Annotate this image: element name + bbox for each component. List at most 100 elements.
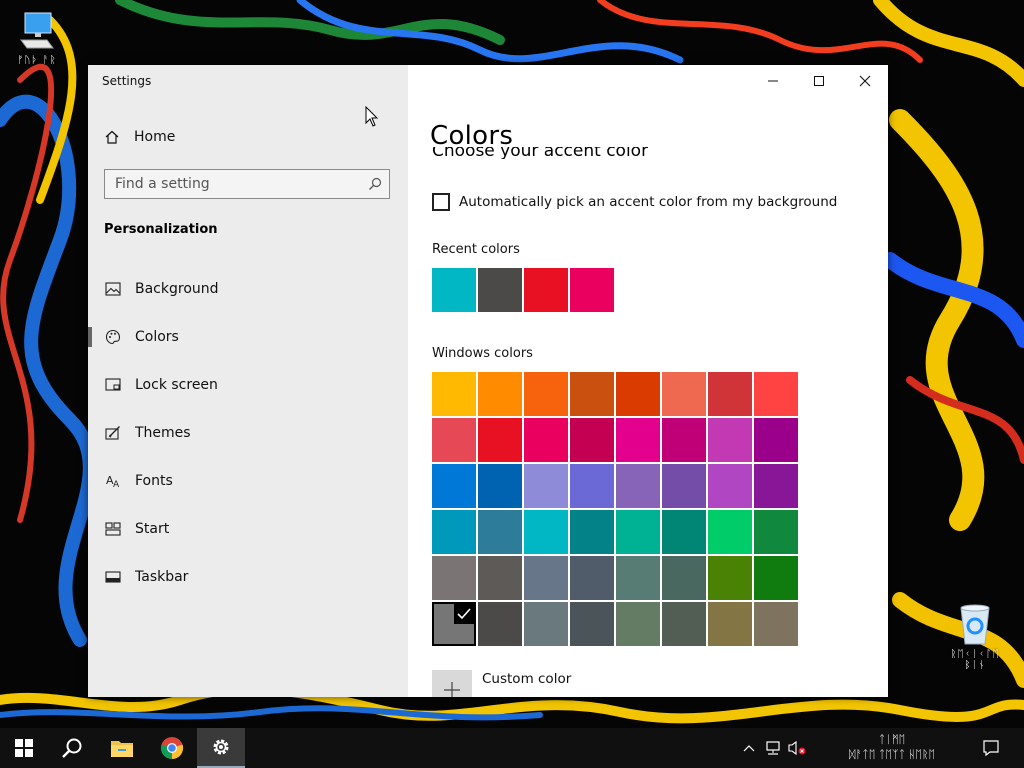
sidebar-item-themes[interactable]: Themes [88, 409, 408, 457]
windows-color-swatch[interactable] [708, 372, 752, 416]
windows-color-swatch[interactable] [708, 464, 752, 508]
windows-color-swatch[interactable] [432, 372, 476, 416]
show-hidden-icons-button[interactable] [740, 728, 758, 768]
windows-color-swatch[interactable] [616, 510, 660, 554]
network-tray-button[interactable] [762, 728, 784, 768]
sidebar-item-taskbar[interactable]: Taskbar [88, 553, 408, 601]
sidebar-item-colors[interactable]: Colors [88, 313, 408, 361]
windows-color-swatch[interactable] [478, 602, 522, 646]
windows-color-swatch[interactable] [662, 372, 706, 416]
windows-color-swatch[interactable] [616, 556, 660, 600]
auto-pick-accent-checkbox-row[interactable]: Automatically pick an accent color from … [432, 193, 837, 211]
windows-color-swatch[interactable] [524, 556, 568, 600]
windows-color-swatch[interactable] [754, 372, 798, 416]
start-icon [15, 739, 33, 757]
windows-color-swatch[interactable] [708, 418, 752, 462]
recycle-bin-icon [960, 604, 990, 645]
lock-screen-icon [104, 376, 122, 394]
windows-color-swatch[interactable] [754, 602, 798, 646]
windows-color-swatch[interactable] [616, 372, 660, 416]
sidebar-nav: Background Colors Lock screen Themes A A… [88, 265, 408, 601]
clock[interactable]: ᛏᛁᛗᛖ ᛞᚨᛏᛖ ᛏᛖᛉᛏ ᚺᛖᚱᛖ [822, 732, 962, 762]
chevron-up-icon [743, 745, 755, 752]
action-center-button[interactable] [976, 728, 1006, 768]
search-input[interactable] [105, 170, 375, 198]
sidebar-item-label: Lock screen [135, 377, 218, 393]
volume-muted-icon [788, 740, 806, 756]
windows-color-swatch[interactable] [432, 556, 476, 600]
search-icon[interactable] [368, 177, 382, 191]
windows-color-swatch-selected[interactable] [432, 602, 476, 646]
windows-color-swatch[interactable] [478, 418, 522, 462]
windows-color-swatch[interactable] [708, 510, 752, 554]
windows-color-swatch[interactable] [662, 510, 706, 554]
windows-color-swatch[interactable] [478, 510, 522, 554]
search-box[interactable] [104, 169, 390, 199]
settings-taskbar-button[interactable] [197, 728, 245, 768]
file-explorer-button[interactable] [98, 728, 146, 768]
search-icon [62, 738, 82, 758]
windows-color-swatch[interactable] [432, 510, 476, 554]
sidebar-item-lock-screen[interactable]: Lock screen [88, 361, 408, 409]
windows-color-swatch[interactable] [478, 556, 522, 600]
windows-color-swatch[interactable] [616, 602, 660, 646]
windows-color-swatch[interactable] [524, 602, 568, 646]
sidebar-item-background[interactable]: Background [88, 265, 408, 313]
recent-color-swatch[interactable] [524, 268, 568, 312]
chrome-button[interactable] [148, 728, 196, 768]
volume-tray-button[interactable] [786, 728, 808, 768]
sidebar-item-fonts[interactable]: AA Fonts [88, 457, 408, 505]
windows-color-swatch[interactable] [616, 418, 660, 462]
windows-color-swatch[interactable] [432, 464, 476, 508]
custom-color-button[interactable]: Custom color [432, 670, 571, 697]
windows-color-swatch[interactable] [570, 602, 614, 646]
sidebar-item-label: Taskbar [135, 569, 189, 585]
windows-color-swatch[interactable] [754, 556, 798, 600]
windows-color-swatch[interactable] [478, 464, 522, 508]
windows-color-swatch[interactable] [754, 464, 798, 508]
windows-color-swatch[interactable] [524, 418, 568, 462]
windows-color-swatch[interactable] [524, 372, 568, 416]
minimize-button[interactable] [750, 65, 796, 97]
windows-color-swatch[interactable] [754, 510, 798, 554]
windows-color-swatch[interactable] [708, 602, 752, 646]
windows-color-swatch[interactable] [662, 464, 706, 508]
maximize-button[interactable] [796, 65, 842, 97]
windows-color-swatch[interactable] [570, 464, 614, 508]
taskbar-search-button[interactable] [48, 728, 96, 768]
sidebar-home[interactable]: Home [104, 129, 175, 145]
windows-colors-label: Windows colors [432, 346, 533, 361]
windows-color-swatch[interactable] [432, 418, 476, 462]
recent-color-swatch[interactable] [432, 268, 476, 312]
close-button[interactable] [842, 65, 888, 97]
minimize-icon [768, 80, 778, 82]
custom-color-label: Custom color [482, 671, 572, 687]
windows-color-swatch[interactable] [478, 372, 522, 416]
windows-color-swatch[interactable] [662, 556, 706, 600]
windows-color-swatch[interactable] [616, 464, 660, 508]
recent-color-swatch[interactable] [570, 268, 614, 312]
windows-color-swatch[interactable] [662, 418, 706, 462]
windows-color-swatch[interactable] [708, 556, 752, 600]
sidebar-item-start[interactable]: Start [88, 505, 408, 553]
windows-color-swatch[interactable] [570, 418, 614, 462]
desktop-icon-recycle-bin[interactable]: ᚱᛖᚲᛁᚲᛚᛖ ᛒᛁᚾ [940, 602, 1010, 671]
windows-color-swatch[interactable] [570, 372, 614, 416]
start-button[interactable] [0, 728, 48, 768]
windows-color-swatch[interactable] [524, 464, 568, 508]
settings-sidebar: Settings Home Personalization Background [88, 65, 408, 697]
windows-color-swatch[interactable] [570, 556, 614, 600]
desktop-icon-this-pc[interactable]: ᚠᚢᚦ ᚨᚱ [2, 10, 72, 66]
windows-color-swatch[interactable] [524, 510, 568, 554]
windows-color-swatch[interactable] [754, 418, 798, 462]
notifications-icon [983, 740, 999, 757]
desktop-icon-label: ᚠᚢᚦ ᚨᚱ [17, 55, 57, 66]
windows-color-swatch[interactable] [662, 602, 706, 646]
recent-color-swatch[interactable] [478, 268, 522, 312]
accent-color-subheading: Choose your accent color [432, 147, 649, 159]
close-icon [859, 75, 871, 87]
network-icon [766, 741, 780, 755]
windows-color-swatch[interactable] [570, 510, 614, 554]
auto-pick-checkbox[interactable] [432, 193, 450, 211]
settings-gear-icon [213, 739, 229, 755]
